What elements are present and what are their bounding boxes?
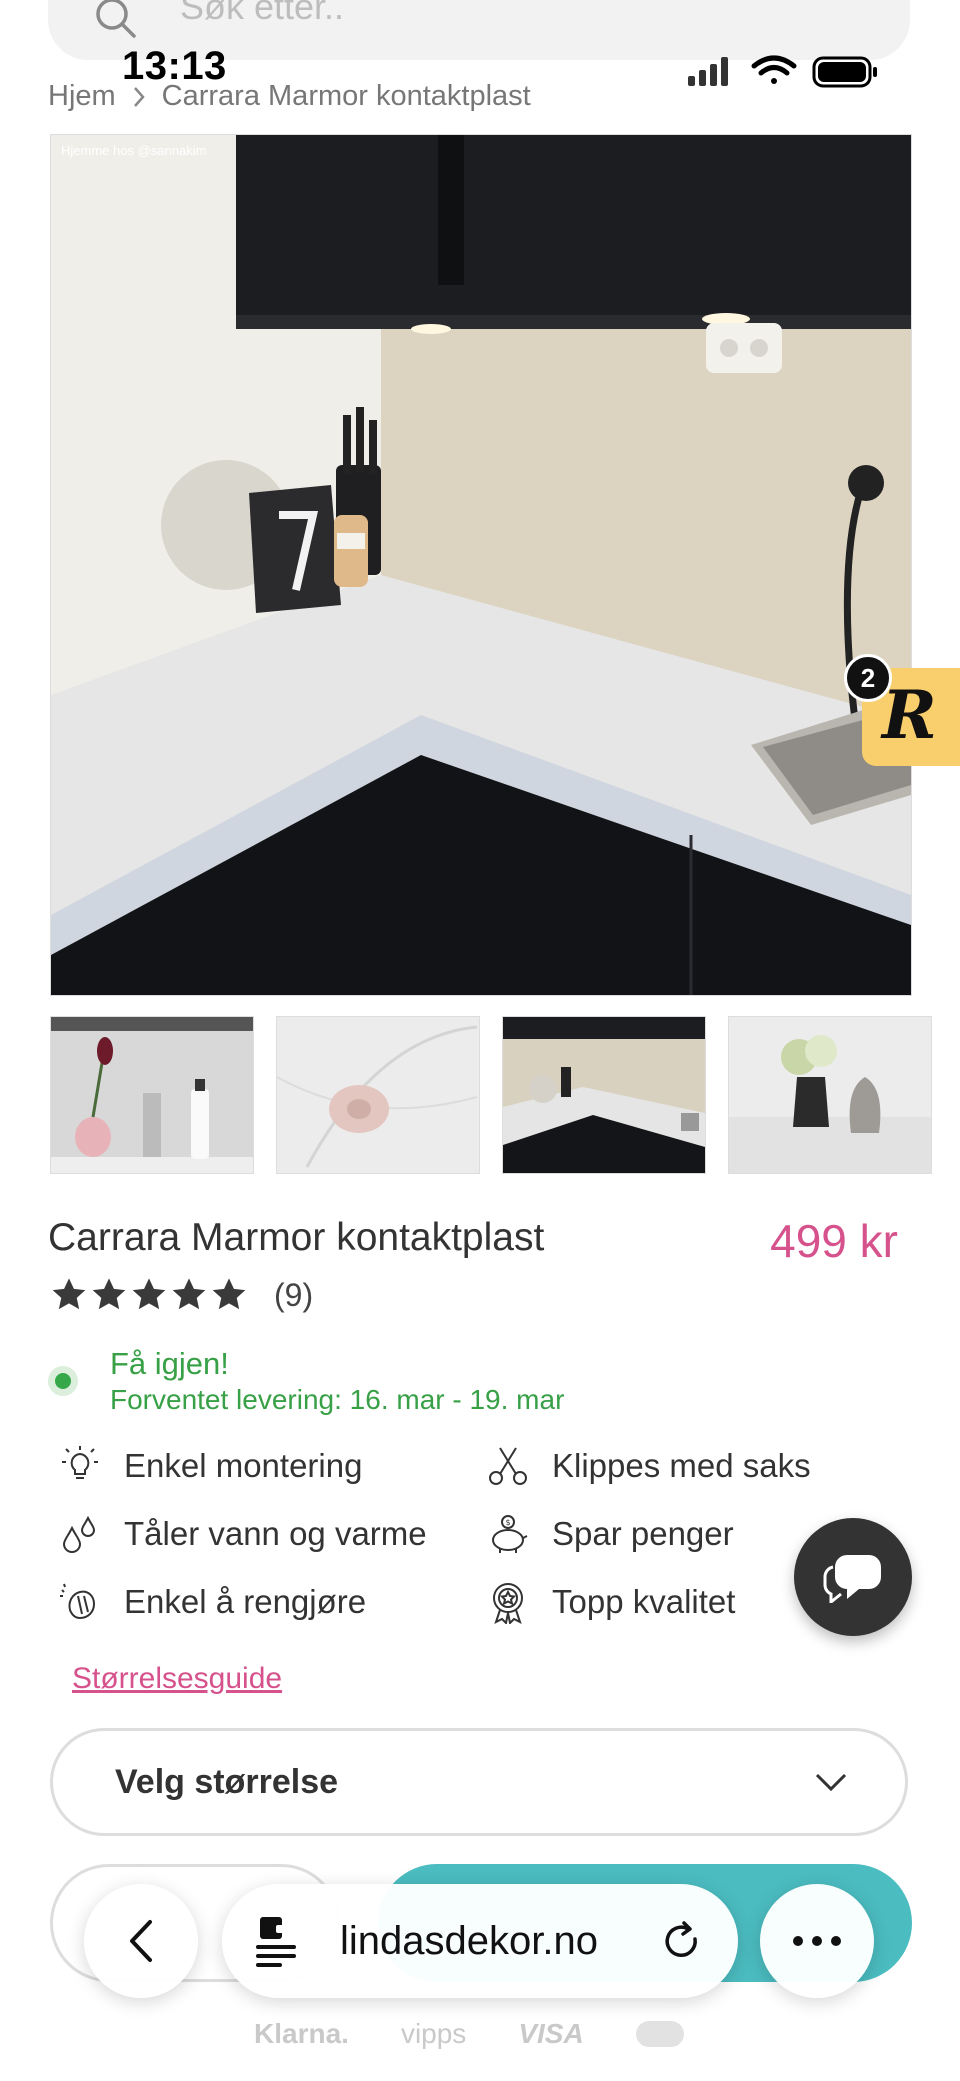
star-icon xyxy=(212,1278,246,1310)
feature-label: Tåler vann og varme xyxy=(124,1515,427,1552)
chevron-down-icon xyxy=(815,1773,847,1792)
size-guide-link[interactable]: Størrelsesguide xyxy=(72,1662,282,1696)
page-settings-icon xyxy=(256,1917,296,1967)
clean-hand-icon xyxy=(60,1583,96,1620)
feature-item: $ Spar penger xyxy=(486,1512,734,1556)
breadcrumb: Hjem Carrara Marmor kontaktplast xyxy=(48,80,531,113)
water-drops-icon xyxy=(62,1515,96,1553)
rating[interactable]: (9) xyxy=(50,1276,313,1314)
chevron-right-icon xyxy=(133,86,145,107)
feature-item: Topp kvalitet xyxy=(486,1580,735,1624)
star-icon xyxy=(132,1278,166,1310)
stock-status: Få igjen! xyxy=(110,1346,229,1381)
feature-item: Enkel å rengjøre xyxy=(58,1580,366,1624)
search-placeholder[interactable]: Søk etter.. xyxy=(180,0,344,28)
reload-icon[interactable] xyxy=(662,1921,702,1961)
thumbnail-strip xyxy=(50,1016,932,1176)
stock-indicator-icon xyxy=(48,1366,78,1396)
search-icon xyxy=(96,0,136,38)
chevron-left-icon xyxy=(130,1920,152,1962)
svg-text:$: $ xyxy=(506,1518,511,1527)
chat-bubbles-icon xyxy=(823,1555,881,1603)
feature-label: Enkel å rengjøre xyxy=(124,1583,367,1620)
star-icon xyxy=(172,1278,206,1310)
feature-label: Spar penger xyxy=(552,1515,734,1552)
cellular-signal-icon xyxy=(688,57,728,86)
feature-label: Topp kvalitet xyxy=(552,1583,736,1620)
product-price: 499 kr xyxy=(770,1215,898,1267)
scissors-icon xyxy=(489,1447,527,1485)
lightbulb-icon xyxy=(62,1446,98,1479)
hero-watermark: Hjemme hos @sannakim xyxy=(61,143,207,158)
size-select[interactable]: Velg størrelse xyxy=(50,1728,908,1836)
size-select-label: Velg størrelse xyxy=(115,1762,339,1801)
quality-badge-icon xyxy=(493,1583,523,1624)
star-icon xyxy=(52,1278,86,1310)
star-icon xyxy=(92,1278,126,1310)
thumbnail-1[interactable] xyxy=(50,1016,254,1174)
rewards-logo-icon: R xyxy=(882,676,937,754)
klarna-logo: Klarna. xyxy=(254,2018,349,2049)
browser-more-button[interactable] xyxy=(760,1884,874,1998)
feature-label: Klippes med saks xyxy=(552,1447,811,1484)
browser-address-bar[interactable]: lindasdekor.no xyxy=(222,1884,738,1998)
ellipsis-icon xyxy=(793,1936,841,1946)
browser-host: lindasdekor.no xyxy=(340,1918,598,1963)
payment-logo-toggle xyxy=(635,2021,684,2047)
payment-methods: Klarna. vipps VISA xyxy=(254,2018,684,2050)
piggy-bank-icon: $ xyxy=(492,1515,528,1553)
breadcrumb-current: Carrara Marmor kontaktplast xyxy=(161,80,531,112)
feature-item: Enkel montering xyxy=(58,1444,362,1488)
thumbnail-3[interactable] xyxy=(502,1016,706,1174)
chat-button[interactable] xyxy=(794,1518,912,1636)
feature-label: Enkel montering xyxy=(124,1447,363,1484)
status-icons xyxy=(688,55,877,88)
feature-item: Tåler vann og varme xyxy=(58,1512,427,1556)
breadcrumb-home[interactable]: Hjem xyxy=(48,80,116,113)
feature-item: Klippes med saks xyxy=(486,1444,811,1488)
battery-icon xyxy=(812,56,877,88)
delivery-estimate: Forventet levering: 16. mar - 19. mar xyxy=(110,1384,565,1415)
rewards-count-badge: 2 xyxy=(844,654,892,702)
review-count[interactable]: (9) xyxy=(274,1277,313,1314)
visa-logo: VISA xyxy=(518,2018,584,2049)
wifi-icon xyxy=(751,55,797,84)
product-title: Carrara Marmor kontaktplast xyxy=(48,1216,545,1259)
thumbnail-4[interactable] xyxy=(728,1016,932,1174)
product-main-image[interactable]: Hjemme hos @sannakim xyxy=(50,134,912,996)
thumbnail-2[interactable] xyxy=(276,1016,480,1174)
browser-back-button[interactable] xyxy=(84,1884,198,1998)
vipps-logo: vipps xyxy=(400,2018,467,2049)
